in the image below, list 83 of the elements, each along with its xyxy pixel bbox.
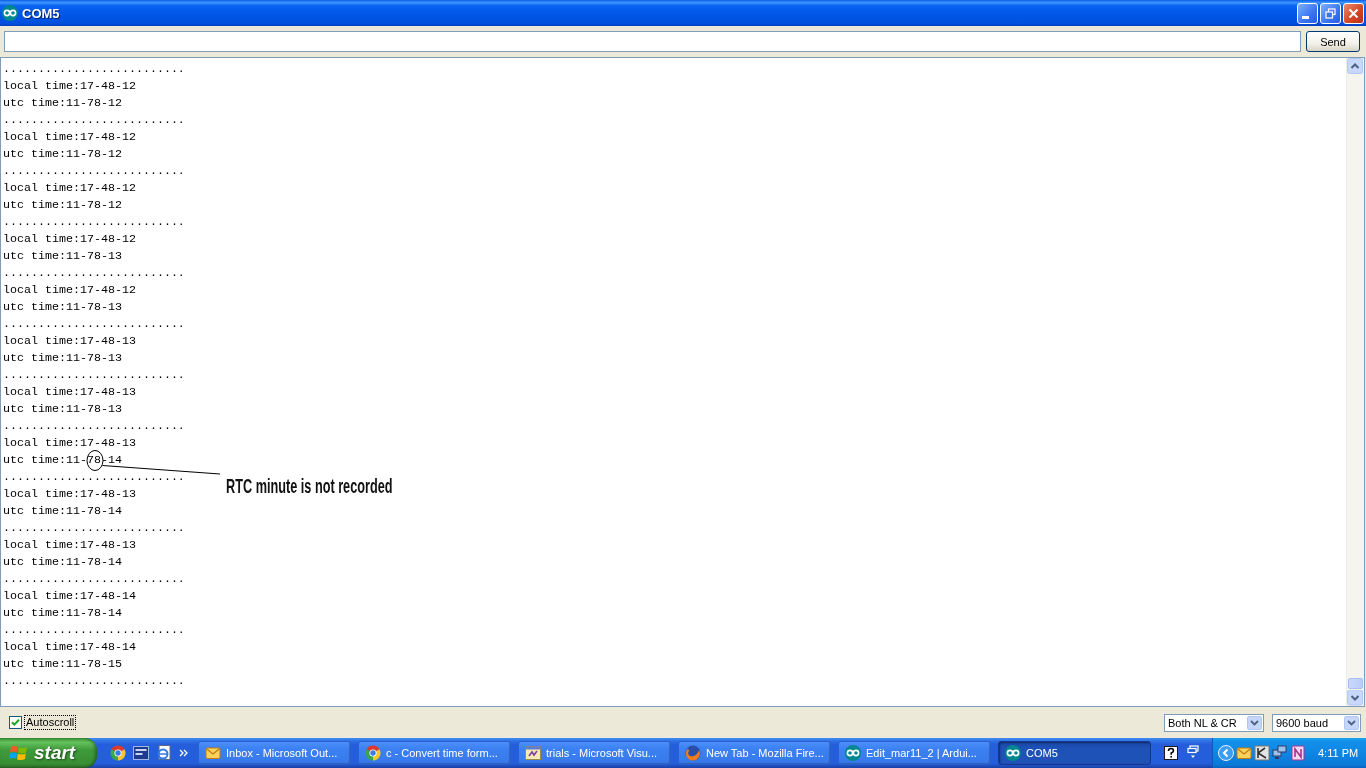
- tile-icon: [133, 745, 149, 761]
- send-button[interactable]: Send: [1306, 31, 1360, 52]
- envelope-icon: [1236, 745, 1252, 761]
- scroll-thumb[interactable]: [1348, 678, 1363, 689]
- output-line: utc time:11-78-12: [3, 147, 122, 161]
- output-line: utc time:11-78-13: [3, 300, 122, 314]
- output-line: local time:17-48-13: [3, 385, 136, 399]
- line-ending-dropdown[interactable]: Both NL & CR: [1164, 713, 1264, 732]
- window-title: COM5: [22, 5, 61, 21]
- autoscroll-checkbox[interactable]: [9, 716, 22, 729]
- output-line: utc time:11-78-14: [3, 453, 122, 467]
- output-line: ..........................: [3, 317, 185, 331]
- output-line: ..........................: [3, 470, 185, 484]
- infinity-icon: [2, 5, 18, 21]
- taskbar-button[interactable]: trials - Microsoft Visu...: [518, 741, 671, 765]
- restore-icon: [1325, 7, 1336, 19]
- output-line: ..........................: [3, 62, 185, 76]
- autoscroll-label[interactable]: Autoscroll: [25, 716, 76, 729]
- taskbar-button[interactable]: c - Convert time form...: [358, 741, 511, 765]
- caret-icon: [1344, 715, 1359, 730]
- output-line: local time:17-48-14: [3, 640, 136, 654]
- output-line: local time:17-48-12: [3, 79, 136, 93]
- output-line: ..........................: [3, 572, 185, 586]
- minimize-button[interactable]: [1297, 2, 1318, 24]
- minimize-icon: [1302, 15, 1309, 19]
- output-line: ..........................: [3, 521, 185, 535]
- output-line: utc time:11-78-13: [3, 402, 122, 416]
- output-line: local time:17-48-13: [3, 538, 136, 552]
- taskbar-button[interactable]: Inbox - Microsoft Out...: [198, 741, 351, 765]
- double-chevron-icon: [179, 748, 188, 758]
- restore-button[interactable]: [1320, 2, 1341, 24]
- scrollbar[interactable]: [1346, 58, 1364, 706]
- output-line: ..........................: [3, 266, 185, 280]
- output-line: ..........................: [3, 419, 185, 433]
- output-line: local time:17-48-14: [3, 589, 136, 603]
- taskbar-button[interactable]: New Tab - Mozilla Fire...: [678, 741, 831, 765]
- taskbar-button[interactable]: COM5: [998, 741, 1151, 765]
- document-icon: [156, 745, 172, 761]
- output-line: ..........................: [3, 215, 185, 229]
- output-line: ..........................: [3, 623, 185, 637]
- input-field[interactable]: [4, 31, 1301, 52]
- globe-icon: [685, 745, 701, 761]
- clock: 4:11 PM: [1318, 747, 1359, 759]
- letter-k-icon: [1254, 745, 1270, 761]
- baud-rate-dropdown[interactable]: 9600 baud: [1272, 713, 1361, 732]
- callout-text: RTC minute is not recorded: [226, 476, 393, 496]
- flag-icon: [9, 744, 29, 762]
- output-line: ..........................: [3, 368, 185, 382]
- scroll-up-button[interactable]: [1347, 58, 1364, 75]
- tricolor-circle-icon: [110, 745, 126, 761]
- help-icon: [1163, 745, 1179, 761]
- close-button[interactable]: [1343, 2, 1364, 24]
- output-line: ..........................: [3, 674, 185, 688]
- output-line: local time:17-48-12: [3, 181, 136, 195]
- output-line: local time:17-48-12: [3, 130, 136, 144]
- output-line: ..........................: [3, 113, 185, 127]
- computers-icon: [1272, 745, 1288, 761]
- infinity-icon: [845, 745, 861, 761]
- chevron-left-icon: [1218, 745, 1234, 761]
- output-line: utc time:11-78-15: [3, 657, 122, 671]
- output-line: local time:17-48-13: [3, 436, 136, 450]
- output-line: local time:17-48-12: [3, 232, 136, 246]
- output-line: utc time:11-78-12: [3, 198, 122, 212]
- caret-icon: [1247, 715, 1262, 730]
- output-line: utc time:11-78-13: [3, 249, 122, 263]
- output-line: utc time:11-78-13: [3, 351, 122, 365]
- letter-n-icon: [1290, 745, 1306, 761]
- output-line: local time:17-48-13: [3, 334, 136, 348]
- close-icon: [1348, 7, 1359, 19]
- output-line: utc time:11-78-14: [3, 555, 122, 569]
- tricolor-circle-icon: [365, 745, 381, 761]
- window-icon: [525, 745, 541, 761]
- start-button[interactable]: start: [0, 738, 97, 768]
- infinity-icon: [1005, 745, 1021, 761]
- scroll-down-button[interactable]: [1347, 690, 1364, 706]
- taskbar-button[interactable]: Edit_mar11_2 | Ardui...: [838, 741, 991, 765]
- output-line: utc time:11-78-14: [3, 504, 122, 518]
- output-line: utc time:11-78-12: [3, 96, 122, 110]
- envelope-icon: [205, 745, 221, 761]
- output-line: ..........................: [3, 164, 185, 178]
- output-line: local time:17-48-13: [3, 487, 136, 501]
- output-line: utc time:11-78-14: [3, 606, 122, 620]
- output-line: local time:17-48-12: [3, 283, 136, 297]
